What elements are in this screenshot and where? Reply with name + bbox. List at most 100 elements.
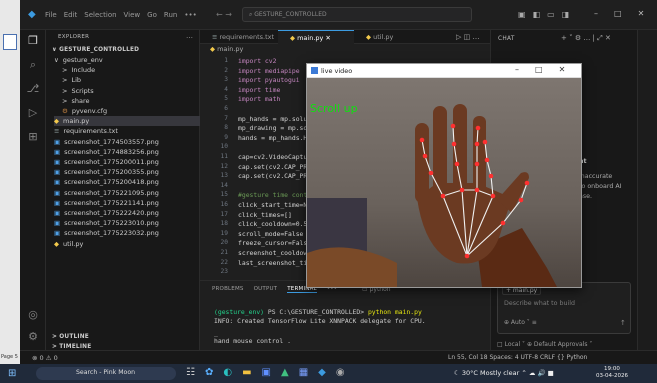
windows-start-icon[interactable]: ⊞ — [8, 368, 16, 379]
toggle-secondary-sidebar-icon[interactable]: ◨ — [562, 10, 570, 19]
code-line[interactable]: import pyautogui — [238, 76, 300, 84]
file-explorer-icon[interactable]: ▬ — [242, 367, 251, 378]
vscode-taskbar-icon[interactable]: ◆ — [318, 367, 326, 378]
explorer-icon[interactable]: ❐ — [26, 34, 40, 47]
settings-app-icon[interactable]: ▦ — [299, 367, 308, 378]
tree-item[interactable]: > Include — [62, 65, 200, 75]
tree-item[interactable]: ▣ screenshot_1774503557.png — [54, 137, 200, 147]
tree-item[interactable]: ▣ screenshot_1775200418.png — [54, 177, 200, 187]
tree-item[interactable]: > Lib — [62, 75, 200, 85]
store-icon[interactable]: ▣ — [262, 367, 271, 378]
code-line[interactable]: import cv2 — [238, 57, 276, 65]
attach-icon[interactable]: ≡ — [532, 319, 537, 326]
extensions-icon[interactable]: ⊞ — [26, 130, 40, 143]
system-clock[interactable]: 19:00 03-04-2026 — [596, 366, 628, 380]
edge-browser-icon[interactable]: ◐ — [223, 367, 232, 378]
code-line[interactable]: mp_hands = mp.solu — [238, 115, 307, 123]
code-line[interactable]: cap.set(cv2.CAP_PR — [238, 163, 307, 171]
menu-edit[interactable]: Edit — [64, 11, 78, 19]
chat-input-box[interactable]: + main.py Describe what to build ⊕ Auto … — [497, 282, 631, 334]
code-line[interactable]: cap=cv2.VideoCaptu — [238, 153, 307, 161]
toggle-sidebar-icon[interactable]: ◧ — [533, 10, 541, 19]
tree-item[interactable]: > Scripts — [62, 86, 200, 96]
manage-gear-icon[interactable]: ⚙ — [26, 330, 40, 343]
python-taskbar-icon[interactable]: ◉ — [336, 367, 345, 378]
code-line[interactable]: hands = mp_hands.H — [238, 134, 307, 142]
maximize-icon[interactable]: □ — [535, 65, 543, 74]
code-line[interactable]: click_cooldown=0.5 — [238, 220, 307, 228]
command-center-search[interactable]: ⌕ GESTURE_CONTROLLED — [242, 7, 472, 22]
mode-dropdown[interactable]: ⊕ Auto ˅ ≡ — [504, 319, 537, 326]
code-line[interactable]: import math — [238, 95, 280, 103]
tree-item[interactable]: > share — [62, 96, 200, 106]
weather-widget[interactable]: ☾ 30°C Mostly clear ⌃ ☁ 🔊 ■ — [454, 369, 554, 377]
editor-status[interactable]: Ln 55, Col 18 Spaces: 4 UTF-8 CRLF {} Py… — [448, 354, 587, 361]
toggle-panel-icon[interactable]: ▭ — [547, 10, 555, 19]
run-debug-icon[interactable]: ▷ — [26, 106, 40, 119]
tree-item[interactable]: ▣ screenshot_1775223032.png — [54, 228, 200, 238]
menu-view[interactable]: View — [124, 11, 141, 19]
tree-item[interactable]: ▣ screenshot_1775223010.png — [54, 218, 200, 228]
menu-more[interactable]: ••• — [184, 11, 196, 19]
layout-icon[interactable]: ▣ — [518, 10, 526, 19]
workspace-root[interactable]: ∨ GESTURE_CONTROLLED — [52, 45, 139, 55]
system-tray-icons[interactable]: ⌃ ☁ 🔊 ■ — [521, 369, 553, 377]
minimize-icon[interactable]: – — [515, 65, 519, 74]
photos-icon[interactable]: ▲ — [281, 367, 289, 378]
code-line[interactable]: click_times=[] — [238, 211, 292, 219]
close-icon[interactable]: ✕ — [559, 65, 566, 74]
code-line[interactable]: freeze_cursor=Fals — [238, 239, 307, 247]
live-video-window[interactable]: live video – □ ✕ Scroll up — [306, 63, 582, 288]
tree-item[interactable]: ◆ main.py — [54, 116, 200, 127]
tree-item[interactable]: ▣ screenshot_1775200011.png — [54, 157, 200, 167]
tab-problems[interactable]: PROBLEMS — [212, 286, 244, 293]
menu-file[interactable]: File — [45, 11, 57, 19]
close-icon[interactable]: ✕ — [638, 9, 645, 18]
code-line[interactable]: scroll_mode=False — [238, 230, 303, 238]
code-line[interactable]: import time — [238, 86, 280, 94]
close-tab-icon[interactable]: ✕ — [323, 34, 330, 42]
code-line[interactable]: cap.set(cv2.CAP_PR — [238, 172, 307, 180]
problems-count[interactable]: ⊗ 0 ⚠ 0 — [32, 354, 58, 362]
tree-item[interactable]: ▣ screenshot_1775221095.png — [54, 188, 200, 198]
code-line[interactable]: #gesture time cont — [238, 191, 307, 199]
tree-item[interactable]: ⚙ pyvenv.cfg — [62, 106, 200, 116]
nav-arrows-icon[interactable]: ← → — [216, 10, 232, 19]
tab-util-py[interactable]: ◆ util.py — [354, 30, 414, 44]
tree-item[interactable]: ▣ screenshot_1775200355.png — [54, 167, 200, 177]
menu-go[interactable]: Go — [147, 11, 157, 19]
tab-output[interactable]: OUTPUT — [254, 286, 278, 293]
tab-requirements[interactable]: ≡ requirements.txt — [200, 30, 278, 44]
tab-main-py[interactable]: ◆ main.py ✕ — [278, 30, 354, 44]
menu-run[interactable]: Run — [164, 11, 177, 19]
tree-item[interactable]: ∨ gesture_env — [54, 55, 200, 65]
tree-item[interactable]: ▣ screenshot_1775222420.png — [54, 208, 200, 218]
more-actions-icon[interactable]: … — [186, 32, 193, 40]
tree-item[interactable]: ▣ screenshot_1775221141.png — [54, 198, 200, 208]
menu-selection[interactable]: Selection — [84, 11, 116, 19]
terminal-cursor[interactable]: _ — [214, 329, 218, 337]
chat-actions-icon[interactable]: + ˅ ⚙ … | ⤢ ✕ — [561, 34, 611, 43]
code-line[interactable]: click_start_time=N — [238, 201, 307, 209]
code-line[interactable]: mp_drawing = mp.so — [238, 124, 307, 132]
tree-item[interactable]: ≡ requirements.txt — [54, 126, 200, 136]
task-view-icon[interactable]: ☷ — [186, 367, 195, 378]
minimize-icon[interactable]: – — [594, 9, 598, 18]
code-line[interactable]: last_screenshot_ti — [238, 259, 307, 267]
send-icon[interactable]: ↑ — [620, 319, 626, 327]
code-line[interactable]: screenshot_cooldow — [238, 249, 307, 257]
source-control-icon[interactable]: ⎇ — [26, 82, 40, 95]
run-split-icon[interactable]: ▷ ◫ … — [456, 33, 479, 41]
chat-footer[interactable]: □ Local ˅ ⊕ Default Approvals ˅ — [497, 341, 592, 348]
tree-item[interactable]: ▣ screenshot_1774883256.png — [54, 147, 200, 157]
tree-item[interactable]: ◆ util.py — [54, 239, 200, 249]
search-view-icon[interactable]: ⌕ — [26, 58, 40, 72]
account-icon[interactable]: ◎ — [26, 308, 40, 321]
maximize-icon[interactable]: □ — [614, 9, 622, 18]
video-titlebar[interactable]: live video – □ ✕ — [307, 64, 581, 78]
code-line[interactable]: import mediapipe — [238, 67, 300, 75]
widgets-icon[interactable]: ✿ — [205, 367, 213, 378]
taskbar-search[interactable]: Search - Pink Moon — [36, 367, 176, 380]
outline-section[interactable]: > OUTLINE — [52, 332, 89, 342]
word-app-icon[interactable] — [3, 34, 17, 50]
